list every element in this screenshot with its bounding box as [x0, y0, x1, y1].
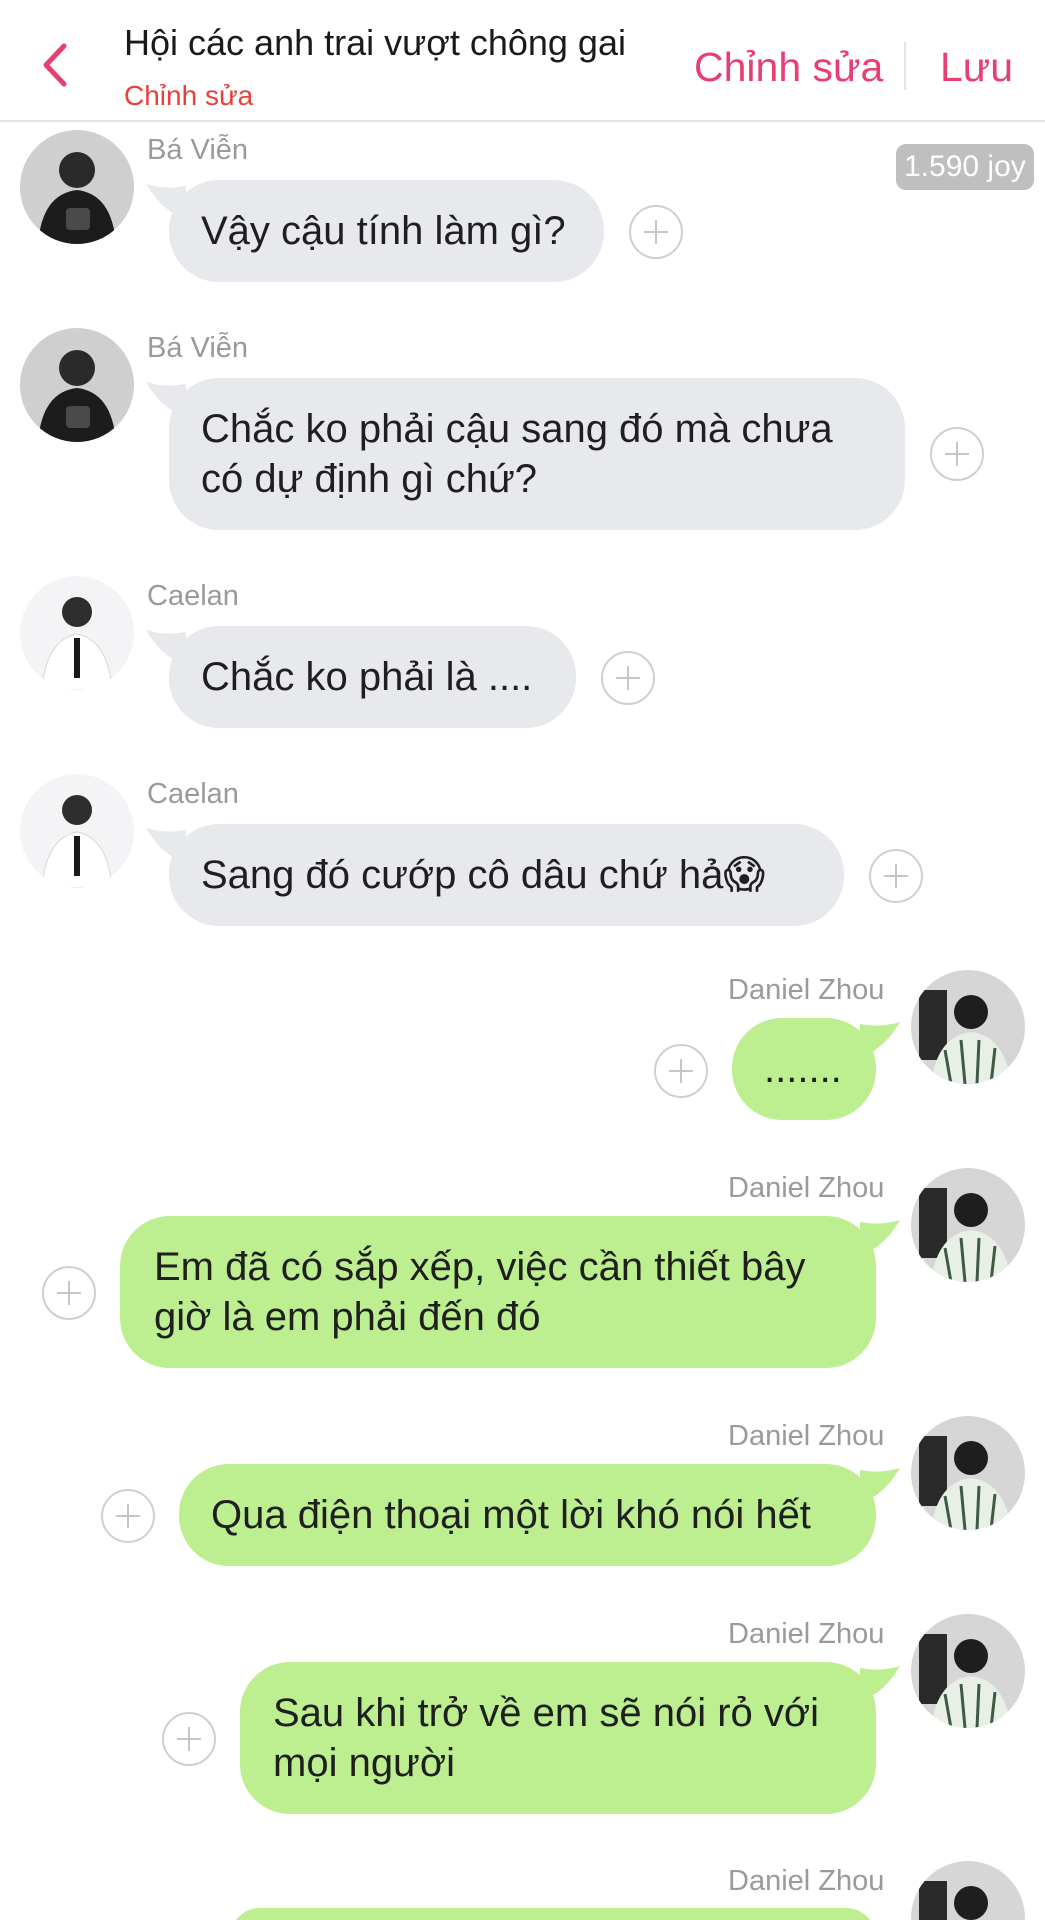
- add-reaction-icon[interactable]: [601, 651, 655, 705]
- message-text: .......: [764, 1047, 842, 1091]
- message-bubble[interactable]: Sau khi trở về em sẽ nói rỏ với mọi ngườ…: [240, 1662, 876, 1814]
- message-text: Em đã có sắp xếp, việc cần thiết bây: [154, 1245, 806, 1289]
- sender-name: Caelan: [147, 778, 239, 810]
- joy-badge: 1.590 joy: [896, 144, 1034, 190]
- avatar[interactable]: [20, 576, 134, 690]
- message-bubble[interactable]: Em đã có sắp xếp, việc cần thiết bây giờ…: [120, 1216, 876, 1368]
- add-reaction-icon[interactable]: [162, 1712, 216, 1766]
- message-bubble[interactable]: .......: [732, 1018, 876, 1120]
- message-text: Qua điện thoại một lời khó nói hết: [211, 1493, 811, 1537]
- sender-name: Daniel Zhou: [728, 974, 885, 1006]
- add-reaction-icon[interactable]: [869, 849, 923, 903]
- avatar[interactable]: [911, 1861, 1025, 1920]
- message-bubble[interactable]: [230, 1908, 876, 1920]
- add-reaction-icon[interactable]: [654, 1044, 708, 1098]
- message-text: Vậy cậu tính làm gì?: [201, 209, 566, 253]
- avatar[interactable]: [911, 1168, 1025, 1282]
- add-reaction-icon[interactable]: [101, 1489, 155, 1543]
- sender-name: Daniel Zhou: [728, 1420, 885, 1452]
- chat-title: Hội các anh trai vượt chông gai: [124, 22, 626, 63]
- message-bubble[interactable]: Vậy cậu tính làm gì?: [169, 180, 604, 282]
- message-bubble[interactable]: Sang đó cướp cô dâu chứ hả😱: [169, 824, 844, 926]
- sender-name: Daniel Zhou: [728, 1172, 885, 1204]
- chat-header: Hội các anh trai vượt chông gai Chỉnh sử…: [0, 0, 1045, 122]
- save-button[interactable]: Lưu: [940, 44, 1013, 91]
- header-divider: [904, 42, 906, 90]
- avatar[interactable]: [20, 774, 134, 888]
- message-bubble[interactable]: Chắc ko phải là ....: [169, 626, 576, 728]
- message-text: Sang đó cướp cô dâu chứ hả😱: [201, 853, 766, 897]
- edit-button[interactable]: Chỉnh sửa: [694, 44, 883, 91]
- message-text: giờ là em phải đến đó: [154, 1295, 541, 1339]
- message-text: Sau khi trở về em sẽ nói rỏ với: [273, 1691, 819, 1735]
- message-bubble[interactable]: Qua điện thoại một lời khó nói hết: [179, 1464, 876, 1566]
- sender-name: Bá Viễn: [147, 332, 249, 364]
- sender-name: Caelan: [147, 580, 239, 612]
- message-text: Chắc ko phải cậu sang đó mà chưa: [201, 407, 833, 451]
- message-text: có dự định gì chứ?: [201, 457, 537, 501]
- sender-name: Bá Viễn: [147, 134, 249, 166]
- add-reaction-icon[interactable]: [629, 205, 683, 259]
- avatar[interactable]: [911, 1614, 1025, 1728]
- avatar[interactable]: [20, 130, 134, 244]
- avatar[interactable]: [911, 970, 1025, 1084]
- message-text: Chắc ko phải là ....: [201, 655, 533, 699]
- chat-subtitle[interactable]: Chỉnh sửa: [124, 80, 253, 112]
- chevron-left-icon[interactable]: [36, 40, 76, 90]
- avatar[interactable]: [911, 1416, 1025, 1530]
- message-bubble[interactable]: Chắc ko phải cậu sang đó mà chưa có dự đ…: [169, 378, 905, 530]
- message-text: mọi người: [273, 1741, 455, 1785]
- avatar[interactable]: [20, 328, 134, 442]
- add-reaction-icon[interactable]: [42, 1266, 96, 1320]
- add-reaction-icon[interactable]: [930, 427, 984, 481]
- sender-name: Daniel Zhou: [728, 1618, 885, 1650]
- sender-name: Daniel Zhou: [728, 1865, 885, 1897]
